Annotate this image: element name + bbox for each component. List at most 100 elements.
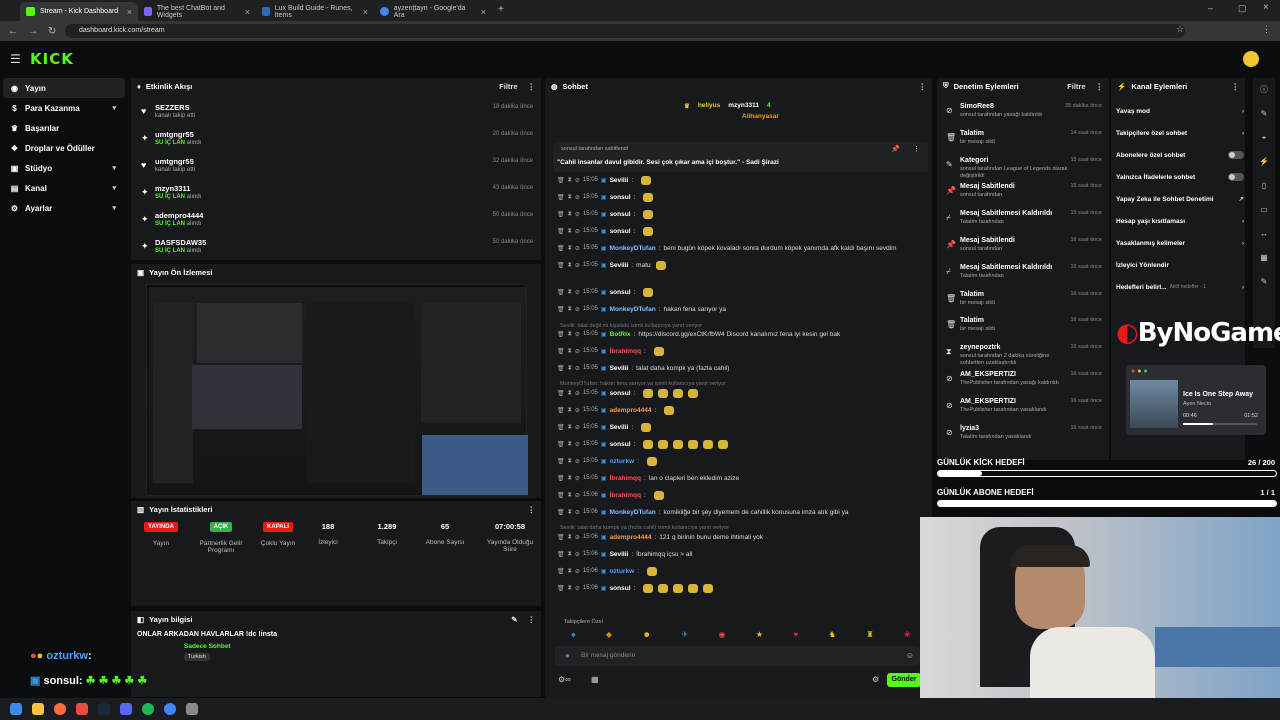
ban-icon[interactable]: ⊘ [575, 228, 580, 235]
timeout-icon[interactable]: ⧗ [568, 534, 572, 541]
chat-username[interactable]: ozturkw [610, 568, 635, 575]
chat-username[interactable]: İbrahimqq [610, 475, 641, 482]
edit-icon[interactable]: ✎ [1253, 102, 1275, 126]
spotify-icon[interactable] [142, 703, 154, 715]
ban-icon[interactable]: ⊘ [575, 306, 580, 313]
timeout-icon[interactable]: ⧗ [568, 177, 572, 184]
calendar-icon[interactable]: ▦ [591, 675, 599, 684]
delete-icon[interactable]: 🗑 [557, 424, 565, 431]
browser-tab[interactable]: Lux Build Guide - Runes, Items × [256, 2, 374, 21]
reload-icon[interactable]: ↻ [48, 26, 56, 37]
ban-icon[interactable]: ⊘ [575, 245, 580, 252]
timeout-icon[interactable]: ⧗ [568, 245, 572, 252]
gear-icon[interactable]: ⚙ [872, 675, 879, 684]
ban-icon[interactable]: ⊘ [575, 262, 580, 269]
close-window-icon[interactable]: × [1263, 2, 1269, 13]
delete-icon[interactable]: 🗑 [557, 245, 565, 252]
delete-icon[interactable]: 🗑 [557, 551, 565, 558]
chat-username[interactable]: Sevilii [610, 177, 629, 184]
chat-message[interactable]: 🗑 ⧗ ⊘ 15:05 ▣ adempro4444: [557, 403, 675, 417]
delete-icon[interactable]: 🗑 [557, 509, 565, 516]
ban-icon[interactable]: ⊘ [575, 407, 580, 414]
emote-icon[interactable]: ✈ [681, 630, 688, 642]
chat-message[interactable]: 🗑 ⧗ ⊘ 15:06 ▣ Sevilii: İbrahimqq içsu > all [557, 547, 692, 561]
discord-icon[interactable] [120, 703, 132, 715]
ban-icon[interactable]: ⊘ [575, 551, 580, 558]
chat-username[interactable]: ozturkw [610, 458, 635, 465]
timeout-icon[interactable]: ⧗ [568, 211, 572, 218]
chat-message[interactable]: 🗑 ⧗ ⊘ 15:05 ▣ sonsul: [557, 224, 654, 238]
more-icon[interactable]: ⋮ [919, 82, 927, 91]
ban-icon[interactable]: ⊘ [575, 509, 580, 516]
edit-icon[interactable]: ✎ [511, 615, 517, 624]
timeout-icon[interactable]: ⧗ [568, 585, 572, 592]
chat-username[interactable]: adempro4444 [610, 534, 652, 541]
sidebar-item-yayin[interactable]: ◉ Yayın [3, 78, 125, 98]
sidebar-item-para-kazanma[interactable]: $ Para Kazanma ▾ [0, 98, 128, 118]
emote-icon[interactable]: ★ [756, 630, 763, 642]
microphone-icon[interactable]: ● [565, 651, 570, 660]
ban-icon[interactable]: ⊘ [575, 424, 580, 431]
ban-icon[interactable]: ⊘ [575, 568, 580, 575]
sidebar-item-studyo[interactable]: ▣ Stüdyo ▾ [0, 158, 128, 178]
sidebar-item-basarilar[interactable]: ♛ Başarılar [0, 118, 128, 138]
chat-message[interactable]: 🗑 ⧗ ⊘ 15:05 ▣ Sevilii: matu [557, 258, 666, 272]
emote-icon[interactable]: ♥ [794, 630, 799, 642]
ban-icon[interactable]: ⊘ [575, 177, 580, 184]
chat-username[interactable]: İbrahimqq [610, 348, 641, 355]
chat-message[interactable]: 🗑 ⧗ ⊘ 15:05 ▣ sonsul: [557, 386, 699, 400]
more-icon[interactable]: ⋮ [528, 615, 536, 624]
emote-icon[interactable]: ♞ [829, 630, 836, 642]
ban-icon[interactable]: ⊘ [575, 390, 580, 397]
more-icon[interactable]: ⋮ [1232, 82, 1240, 91]
chrome-icon[interactable] [164, 703, 176, 715]
chat-message[interactable]: 🗑 ⧗ ⊘ 15:05 ▣ Sevilii: [557, 420, 652, 434]
delete-icon[interactable]: 🗑 [557, 348, 565, 355]
browser-tab[interactable]: Stream - Kick Dashboard × [20, 2, 138, 21]
chat-username[interactable]: Sevilii [610, 424, 629, 431]
minimize-icon[interactable]: – [1208, 3, 1213, 13]
channel-action-item[interactable]: Yalnızca İfadelerle sohbet [1116, 166, 1244, 188]
chat-message[interactable]: 🗑 ⧗ ⊘ 15:05 ▣ Sevilii: [557, 173, 652, 187]
timeout-icon[interactable]: ⧗ [568, 306, 572, 313]
more-icon[interactable]: ⋮ [528, 505, 536, 514]
chat-message[interactable]: 🗑 ⧗ ⊘ 15:06 ▣ İbrahimqq: [557, 488, 664, 502]
delete-icon[interactable]: 🗑 [557, 407, 565, 414]
ban-icon[interactable]: ⊘ [575, 331, 580, 338]
activity-item[interactable]: ♥ umtgngr55 kanalı takip etti 32 dakika önc… [131, 154, 541, 181]
emote-icon[interactable]: ☻ [643, 630, 651, 642]
channel-action-item[interactable]: İzleyici Yönlendir [1116, 254, 1244, 276]
timeout-icon[interactable]: ⧗ [568, 509, 572, 516]
chat-username[interactable]: İbrahimqq [610, 492, 641, 499]
more-icon[interactable]: ⋮ [913, 145, 920, 153]
chat-username[interactable]: MonkeyDTufan [610, 306, 656, 313]
target-icon[interactable]: ⌖ [1253, 126, 1275, 150]
grid-icon[interactable]: ▦ [1253, 246, 1275, 270]
activity-item[interactable]: ✦ DASFSDAW35 SU İÇ LAN alındı 50 dakika önc… [131, 235, 541, 262]
chat-message[interactable]: 🗑 ⧗ ⊘ 15:05 ▣ MonkeyDTufan: beni bugün köpek k… [557, 241, 897, 255]
settings-icon[interactable]: ⚙∞ [558, 675, 571, 684]
timeout-icon[interactable]: ⧗ [568, 441, 572, 448]
delete-icon[interactable]: 🗑 [557, 534, 565, 541]
delete-icon[interactable]: 🗑 [557, 475, 565, 482]
chat-username[interactable]: sonsul [610, 585, 631, 592]
sidebar-item-kanal[interactable]: ▤ Kanal ▾ [0, 178, 128, 198]
chat-username[interactable]: MonkeyDTufan [610, 245, 656, 252]
timeout-icon[interactable]: ⧗ [568, 348, 572, 355]
chat-username[interactable]: sonsul [610, 211, 631, 218]
browser-tab[interactable]: The best ChatBot and Widgets × [138, 2, 256, 21]
steam-icon[interactable] [98, 703, 110, 715]
channel-action-item[interactable]: Yasaklanmış kelimeler › [1116, 232, 1244, 254]
chat-message[interactable]: 🗑 ⧗ ⊘ 15:06 ▣ sonsul: [557, 581, 714, 595]
kick-logo[interactable]: KICK [30, 50, 74, 68]
timeout-icon[interactable]: ⧗ [568, 331, 572, 338]
more-icon[interactable]: ⋮ [1096, 82, 1104, 91]
chat-username[interactable]: sonsul [610, 194, 631, 201]
chat-message[interactable]: 🗑 ⧗ ⊘ 15:05 ▣ İbrahimqq: [557, 344, 664, 358]
delete-icon[interactable]: 🗑 [557, 177, 565, 184]
url-field[interactable]: dashboard.kick.com/stream [65, 24, 1185, 38]
timeout-icon[interactable]: ⧗ [568, 289, 572, 296]
hamburger-icon[interactable]: ☰ [10, 52, 21, 66]
chat-message[interactable]: 🗑 ⧗ ⊘ 15:05 ▣ sonsul: [557, 207, 654, 221]
toggle-switch[interactable] [1228, 173, 1244, 181]
